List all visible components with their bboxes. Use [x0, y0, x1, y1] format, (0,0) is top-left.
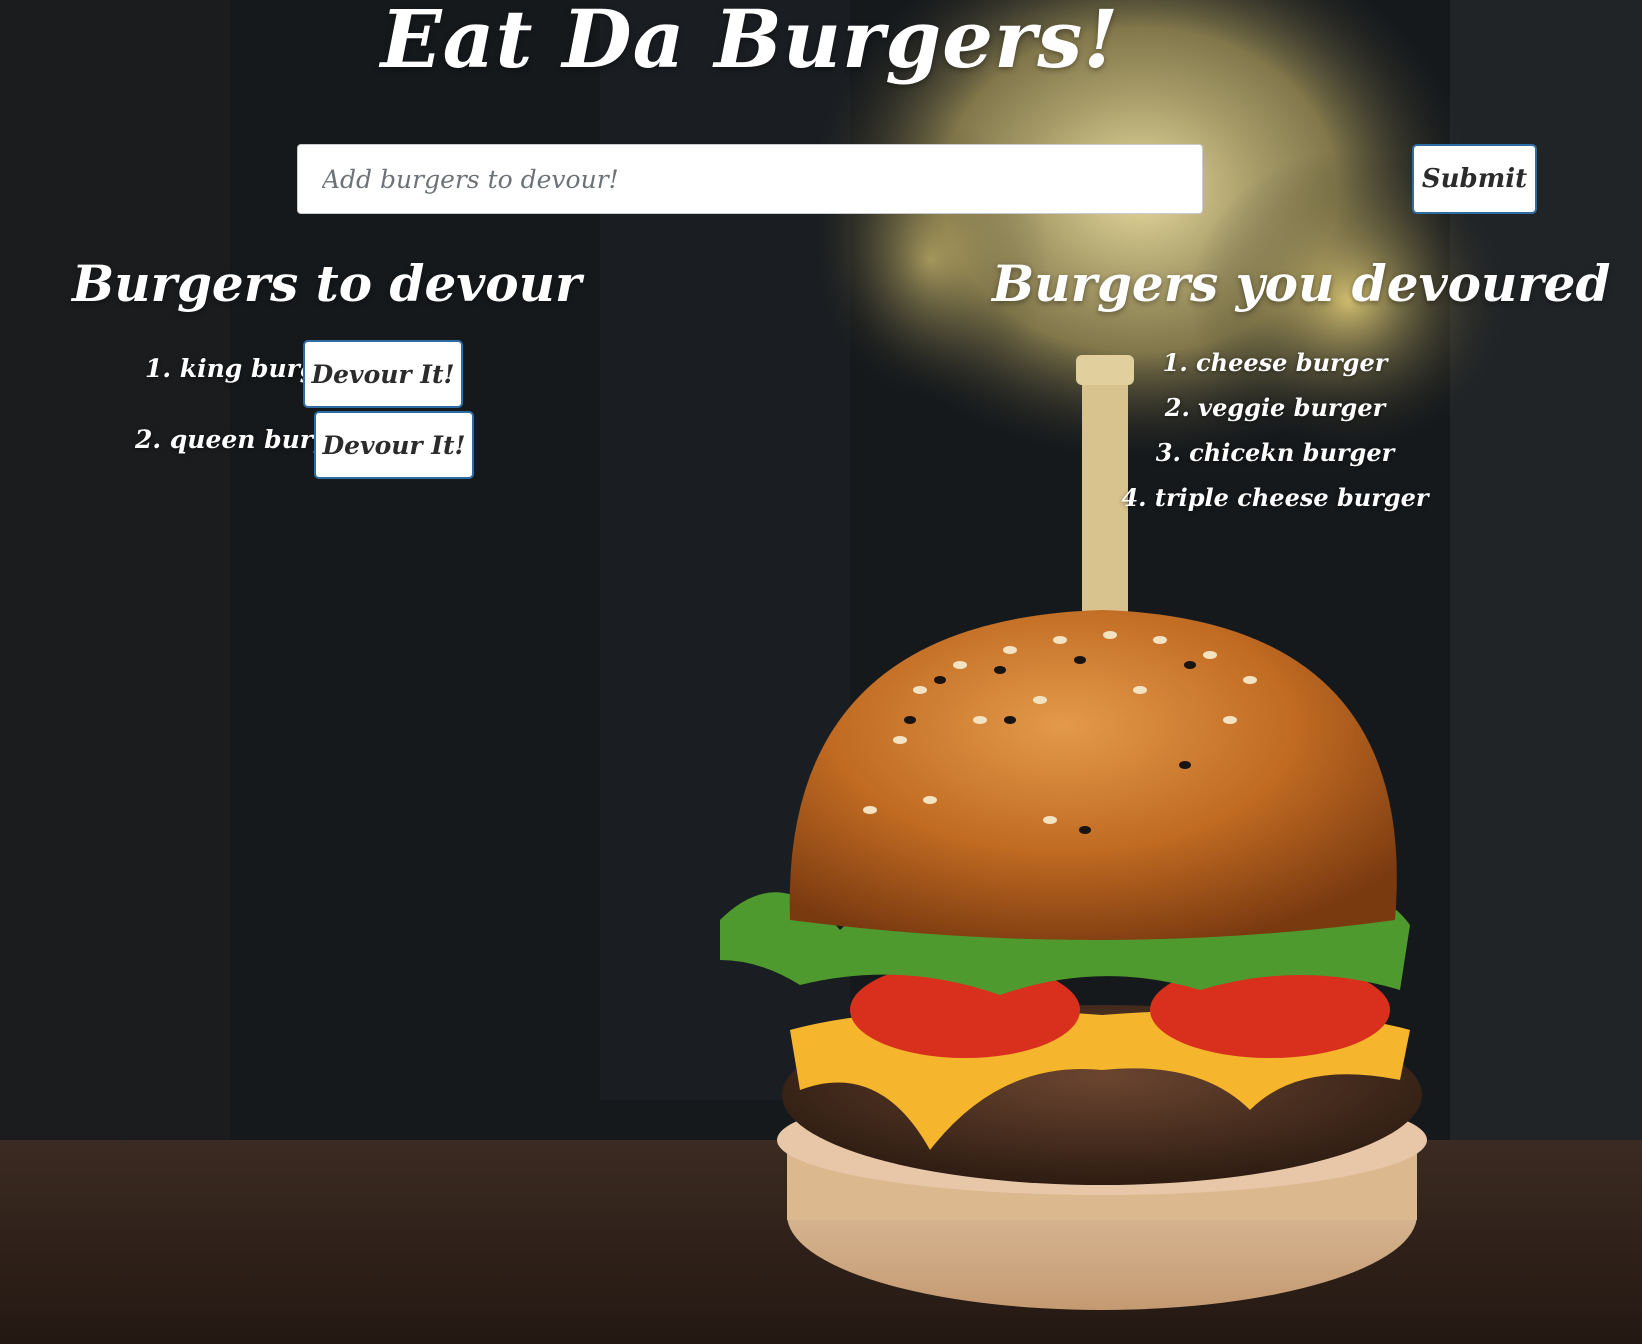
burgers-to-devour-heading: Burgers to devour — [72, 254, 582, 313]
submit-button[interactable]: Submit — [1412, 144, 1537, 214]
devoured-burger-item: 2. veggie burger — [1164, 393, 1386, 422]
devoured-burger-item: 3. chicekn burger — [1155, 438, 1395, 467]
devoured-burger-item: 4. triple cheese burger — [1121, 483, 1429, 512]
devour-it-button[interactable]: Devour It! — [314, 411, 474, 479]
page-title: Eat Da Burgers! — [380, 0, 1120, 86]
burgers-devoured-heading: Burgers you devoured — [992, 254, 1611, 313]
devoured-burger-item: 1. cheese burger — [1162, 348, 1388, 377]
burger-name-input[interactable] — [297, 144, 1203, 214]
devour-it-button[interactable]: Devour It! — [303, 340, 463, 408]
devoured-burger-list: 1. cheese burger 2. veggie burger 3. chi… — [1100, 340, 1450, 520]
